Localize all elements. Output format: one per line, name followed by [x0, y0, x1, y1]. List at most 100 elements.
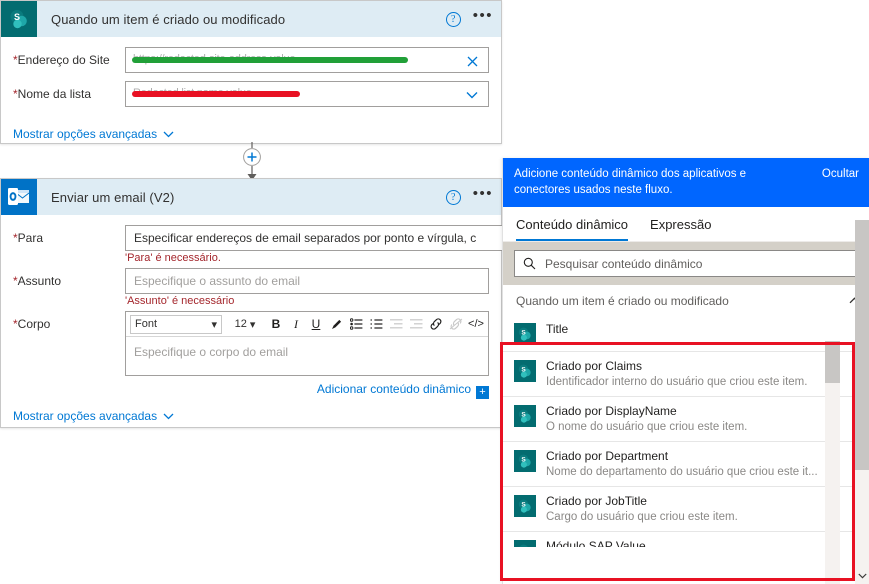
- send-email-card-header[interactable]: Enviar um email (V2) ? •••: [1, 179, 501, 215]
- dynamic-search-box[interactable]: Pesquisar conteúdo dinâmico: [514, 250, 858, 277]
- subject-field-control: Especifique o assunto do email 'Assunto'…: [125, 268, 489, 311]
- hide-panel-link[interactable]: Ocultar: [816, 166, 859, 182]
- svg-text:S: S: [521, 367, 526, 374]
- body-editor-placeholder[interactable]: Especifique o corpo do email: [126, 337, 488, 375]
- to-input-placeholder: Especificar endereços de email separados…: [134, 231, 477, 245]
- site-address-row: *Endereço do Site https://redacted-site-…: [13, 47, 489, 73]
- app-root: S Quando um item é criado ou modificado …: [0, 0, 869, 584]
- send-email-card[interactable]: Enviar um email (V2) ? ••• *Para Especif…: [0, 178, 506, 428]
- list-item-description: Cargo do usuário que criou este item.: [546, 511, 738, 523]
- clear-icon[interactable]: [462, 51, 482, 71]
- font-size-value: 12: [234, 318, 247, 330]
- scroll-down-icon[interactable]: [855, 568, 869, 583]
- email-advanced-options-label: Mostrar opções avançadas: [13, 409, 158, 423]
- list-name-control: Redacted list name value: [125, 81, 489, 107]
- help-icon[interactable]: ?: [445, 11, 461, 27]
- italic-button[interactable]: I: [286, 314, 306, 335]
- subject-field-error: 'Assunto' é necessário: [125, 295, 235, 307]
- remove-link-icon[interactable]: [446, 314, 466, 335]
- add-dynamic-content-link[interactable]: Adicionar conteúdo dinâmico +: [125, 382, 489, 399]
- list-item[interactable]: S Módulo SAP Value: [503, 532, 869, 547]
- dynamic-content-list[interactable]: S Title S Criado por Claims Identificador in…: [503, 315, 869, 547]
- rich-text-editor[interactable]: Font ▾ 12 ▾ B I U </> Especifique o corp…: [125, 311, 489, 376]
- list-name-input[interactable]: Redacted list name value: [125, 81, 489, 107]
- search-icon: [523, 257, 536, 270]
- redaction-bar-red: [132, 91, 300, 97]
- chevron-down-icon[interactable]: [462, 85, 482, 105]
- chevron-down-icon: [163, 413, 174, 419]
- list-item[interactable]: S Criado por Claims Identificador interno …: [503, 352, 869, 397]
- list-item-name: Criado por JobTitle: [546, 494, 647, 508]
- sharepoint-icon: S: [514, 360, 536, 382]
- list-item-text: Criado por Department Nome do departament…: [546, 449, 818, 480]
- body-field-label: *Corpo: [13, 317, 51, 331]
- more-options-icon[interactable]: •••: [473, 8, 493, 26]
- list-item-description: Identificador interno do usuário que cri…: [546, 376, 808, 388]
- tab-dynamic-content[interactable]: Conteúdo dinâmico: [516, 217, 629, 241]
- dynamic-group-title: Quando um item é criado ou modificado: [503, 285, 869, 315]
- list-item-name: Criado por Department: [546, 449, 669, 463]
- trigger-card[interactable]: S Quando um item é criado ou modificado …: [0, 0, 502, 144]
- sharepoint-icon: S: [514, 405, 536, 427]
- font-family-dropdown[interactable]: Font ▾: [130, 314, 222, 334]
- chevron-down-icon: ▾: [211, 318, 217, 331]
- send-email-card-title: Enviar um email (V2): [51, 189, 175, 205]
- list-item-text: Criado por JobTitle Cargo do usuário que …: [546, 494, 738, 525]
- code-view-icon[interactable]: </>: [466, 314, 486, 335]
- list-item[interactable]: S Title: [503, 315, 869, 352]
- list-item-name: Criado por Claims: [546, 359, 643, 373]
- underline-button[interactable]: U: [306, 314, 326, 335]
- trigger-card-body: *Endereço do Site https://redacted-site-…: [1, 37, 501, 155]
- increase-indent-icon[interactable]: [406, 314, 426, 335]
- list-scrollbar-thumb[interactable]: [825, 341, 840, 383]
- to-input[interactable]: Especificar endereços de email separados…: [125, 225, 506, 251]
- svg-text:S: S: [521, 457, 526, 464]
- subject-input-placeholder: Especifique o assunto do email: [134, 274, 301, 288]
- to-field-label: *Para: [13, 231, 44, 245]
- svg-text:S: S: [521, 502, 526, 509]
- list-item-text: Módulo SAP Value: [546, 539, 646, 547]
- trigger-card-title: Quando um item é criado ou modificado: [51, 11, 286, 27]
- list-name-label: *Nome da lista: [13, 87, 92, 101]
- dynamic-search-placeholder: Pesquisar conteúdo dinâmico: [545, 256, 703, 271]
- list-item[interactable]: S Criado por Department Nome do departamen…: [503, 442, 869, 487]
- trigger-advanced-options-link[interactable]: Mostrar opções avançadas: [13, 127, 174, 141]
- help-icon[interactable]: ?: [445, 189, 461, 205]
- dynamic-panel-header-text: Adicione conteúdo dinâmico dos aplicativ…: [514, 168, 747, 180]
- numbered-list-icon[interactable]: [366, 314, 386, 335]
- list-item-text: Criado por DisplayName O nome do usuário …: [546, 404, 747, 435]
- sharepoint-icon: S: [514, 540, 536, 547]
- panel-scrollbar-track[interactable]: [855, 220, 869, 584]
- site-address-label: *Endereço do Site: [13, 53, 110, 67]
- bulleted-list-icon[interactable]: [346, 314, 366, 335]
- list-item-description: Nome do departamento do usuário que crio…: [546, 466, 818, 478]
- outlook-icon: [1, 179, 37, 215]
- email-advanced-options-link[interactable]: Mostrar opções avançadas: [13, 409, 174, 423]
- font-size-dropdown[interactable]: 12 ▾: [226, 314, 264, 334]
- site-address-input[interactable]: https://redacted-site-address-value: [125, 47, 489, 73]
- to-field-control: Especificar endereços de email separados…: [125, 225, 506, 268]
- list-item[interactable]: S Criado por DisplayName O nome do usuário…: [503, 397, 869, 442]
- dynamic-content-panel: Adicione conteúdo dinâmico dos aplicativ…: [502, 158, 869, 584]
- dynamic-panel-header-line1: Adicione conteúdo dinâmico dos aplicativ…: [514, 166, 859, 182]
- list-scrollbar-track[interactable]: [825, 341, 840, 584]
- trigger-card-header[interactable]: S Quando um item é criado ou modificado …: [1, 1, 501, 37]
- add-dynamic-content-label: Adicionar conteúdo dinâmico: [316, 382, 471, 396]
- subject-input[interactable]: Especifique o assunto do email: [125, 268, 489, 294]
- decrease-indent-icon[interactable]: [386, 314, 406, 335]
- trigger-advanced-options-label: Mostrar opções avançadas: [13, 127, 158, 141]
- dynamic-panel-header-line2: conectores usados neste fluxo.: [514, 184, 673, 196]
- bold-button[interactable]: B: [266, 314, 286, 335]
- list-item-description: O nome do usuário que criou este item.: [546, 421, 748, 433]
- list-item[interactable]: S Criado por JobTitle Cargo do usuário que…: [503, 487, 869, 532]
- list-item-text: Criado por Claims Identificador interno d…: [546, 359, 807, 390]
- svg-text:S: S: [14, 12, 20, 22]
- font-family-value: Font: [135, 318, 158, 330]
- dynamic-group-title-label: Quando um item é criado ou modificado: [516, 294, 729, 308]
- insert-link-icon[interactable]: [426, 314, 446, 335]
- highlight-pen-icon[interactable]: [326, 314, 346, 335]
- tab-expression[interactable]: Expressão: [650, 217, 711, 241]
- body-field-row: *Corpo Font ▾ 12 ▾ B I U </> Especifique…: [13, 311, 489, 399]
- panel-scrollbar-thumb[interactable]: [855, 220, 869, 470]
- more-options-icon[interactable]: •••: [473, 186, 493, 204]
